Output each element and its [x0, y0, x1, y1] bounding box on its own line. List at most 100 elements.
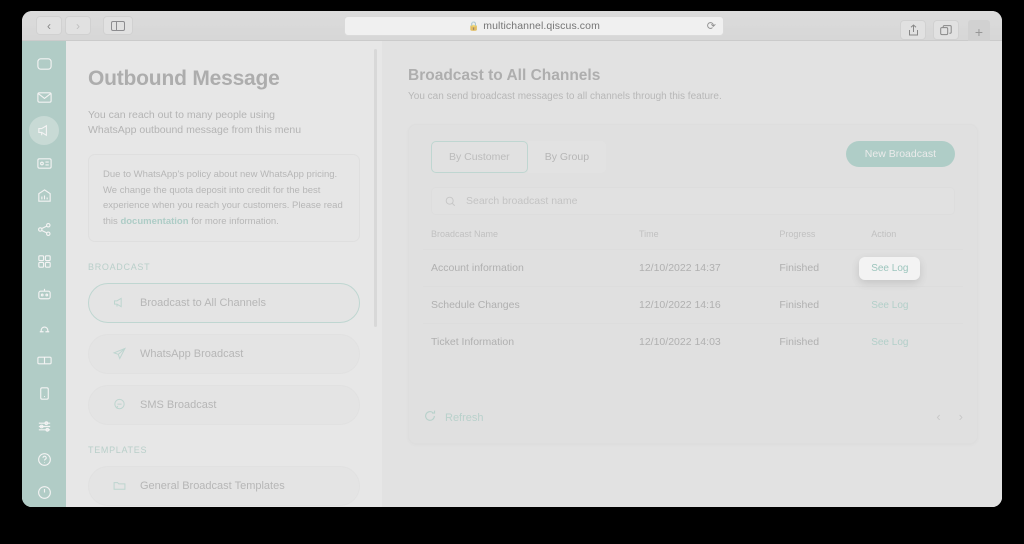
tab-by-group[interactable]: By Group [527, 141, 607, 173]
primary-icon-rail [22, 41, 66, 507]
rail-item-bot[interactable] [29, 280, 59, 309]
analytics-icon [37, 188, 51, 202]
nav-item-general-broadcast-templates[interactable]: General Broadcast Templates [88, 465, 360, 506]
forward-button[interactable]: › [65, 16, 91, 35]
rail-item-chat[interactable] [29, 50, 59, 79]
pricing-notice: Due to WhatsApp's policy about new Whats… [88, 154, 360, 242]
new-broadcast-button[interactable]: New Broadcast [845, 141, 955, 167]
search-broadcast-field[interactable]: Search broadcast name [431, 187, 955, 215]
search-placeholder: Search broadcast name [466, 195, 578, 207]
rail-item-inbox[interactable] [29, 83, 59, 112]
address-bar-url: multichannel.qiscus.com [483, 20, 600, 32]
cell-progress: Finished [779, 249, 872, 287]
page-title: Outbound Message [88, 67, 280, 90]
browser-window: ‹ › 🔒 multichannel.qiscus.com ⟳ + Outbou… [22, 11, 1002, 507]
filter-tabs: By Customer By Group [431, 141, 607, 173]
tab-label: By Group [544, 151, 590, 163]
rail-item-tickets[interactable] [29, 346, 59, 375]
robot-icon [37, 289, 51, 300]
contact-card-icon [36, 157, 52, 169]
rail-item-settings[interactable] [29, 412, 59, 441]
cell-time: 12/10/2022 14:37 [639, 249, 780, 287]
search-icon [444, 195, 457, 208]
forward-chevron-icon: › [76, 18, 80, 33]
nav-item-sms-broadcast[interactable]: SMS Broadcast [88, 384, 360, 425]
see-log-link[interactable]: See Log [859, 257, 921, 280]
column-header-time: Time [639, 229, 659, 239]
refresh-label: Refresh [445, 411, 484, 424]
section-label-broadcast: BROADCAST [88, 261, 151, 272]
main-content: Broadcast to All Channels You can send b… [382, 41, 1002, 507]
browser-toolbar: ‹ › 🔒 multichannel.qiscus.com ⟳ + [22, 11, 1002, 44]
nav-item-label: General Broadcast Templates [140, 479, 285, 492]
share-network-icon [37, 222, 51, 236]
cell-action: See Log [871, 323, 963, 360]
ticket-icon [36, 356, 52, 365]
paper-plane-icon [111, 346, 127, 362]
reload-icon[interactable]: ⟳ [707, 20, 716, 33]
megaphone-icon [111, 295, 127, 311]
plus-icon: + [974, 24, 984, 40]
tabs-icon [940, 24, 952, 35]
pagination-prev-button[interactable]: ‹ [936, 409, 940, 424]
sms-chat-icon [111, 397, 127, 413]
pagination-next-button[interactable]: › [959, 409, 963, 424]
documentation-link[interactable]: documentation [120, 216, 188, 227]
cell-broadcast-name: Ticket Information [423, 323, 639, 360]
rail-item-broadcast[interactable] [29, 115, 59, 145]
apps-grid-icon [37, 255, 51, 269]
sliders-icon [38, 421, 50, 432]
nav-buttons: ‹ › [36, 16, 91, 35]
left-panel-scrollbar[interactable] [374, 49, 377, 327]
tab-label: By Customer [449, 151, 510, 163]
tabs-button[interactable] [933, 20, 959, 40]
toolbar-right-group: + [900, 16, 990, 44]
main-subheading: You can send broadcast messages to all c… [408, 91, 722, 102]
rail-item-integrations[interactable] [29, 215, 59, 244]
rail-item-apps[interactable] [29, 248, 59, 277]
table-row: Account information 12/10/2022 14:37 Fin… [423, 249, 963, 287]
sidebar-toggle-button[interactable] [103, 16, 133, 35]
back-button[interactable]: ‹ [36, 16, 62, 35]
table-row: Schedule Changes 12/10/2022 14:16 Finish… [423, 286, 963, 324]
card-footer: Refresh ‹ › [409, 397, 977, 443]
broadcast-list-card: By Customer By Group New Broadcast Searc… [408, 124, 978, 444]
rail-item-agents[interactable] [29, 313, 59, 342]
share-icon [908, 24, 918, 36]
column-header-action: Action [871, 229, 897, 239]
pagination: ‹ › [936, 409, 963, 424]
rail-item-help[interactable] [29, 445, 59, 474]
share-button[interactable] [900, 20, 926, 40]
nav-item-broadcast-all-channels[interactable]: Broadcast to All Channels [88, 282, 360, 323]
section-label-templates: TEMPLATES [88, 444, 148, 455]
table-header-row: Broadcast Name Time Progress Action [423, 225, 963, 250]
cell-time: 12/10/2022 14:16 [639, 286, 780, 324]
column-header-progress: Progress [779, 229, 816, 239]
cell-time: 12/10/2022 14:03 [639, 323, 780, 360]
agent-icon [39, 326, 49, 333]
rail-item-device[interactable] [29, 379, 59, 408]
app-body: Outbound Message You can reach out to ma… [22, 41, 1002, 507]
main-heading: Broadcast to All Channels [408, 67, 601, 84]
folder-icon [111, 478, 127, 494]
envelope-icon [36, 92, 52, 103]
help-circle-icon [37, 453, 51, 466]
see-log-link[interactable]: See Log [871, 337, 908, 348]
nav-item-whatsapp-broadcast[interactable]: WhatsApp Broadcast [88, 333, 360, 374]
rail-item-analytics[interactable] [29, 182, 59, 211]
chat-bubble-icon [36, 58, 52, 70]
cell-broadcast-name: Account information [423, 249, 639, 287]
rail-item-contacts[interactable] [29, 149, 59, 178]
mobile-device-icon [39, 387, 49, 400]
nav-item-label: Broadcast to All Channels [140, 296, 266, 309]
rail-item-logout[interactable] [29, 478, 59, 507]
refresh-button[interactable]: Refresh [423, 409, 484, 426]
broadcast-table: Broadcast Name Time Progress Action Acco… [423, 225, 963, 360]
address-bar[interactable]: 🔒 multichannel.qiscus.com ⟳ [344, 16, 724, 36]
nav-item-label: SMS Broadcast [140, 398, 217, 411]
tab-by-customer[interactable]: By Customer [431, 141, 528, 173]
see-log-link[interactable]: See Log [871, 300, 908, 311]
notice-text-after: for more information. [188, 215, 279, 227]
cell-progress: Finished [779, 323, 872, 360]
page-description: You can reach out to many people using W… [88, 109, 302, 137]
